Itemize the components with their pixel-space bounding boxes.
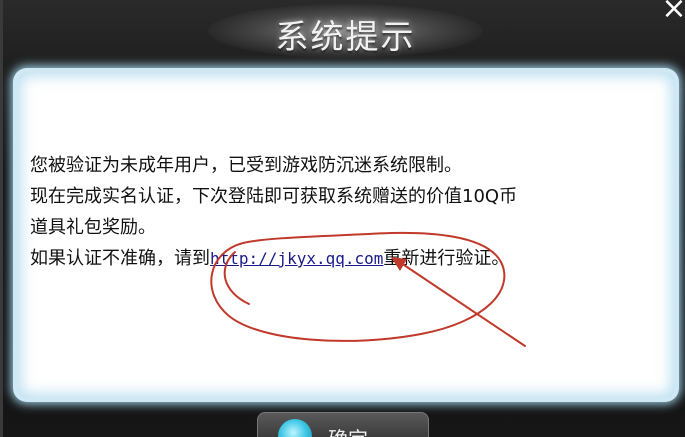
message-line-1: 您被验证为未成年用户，已受到游戏防沉迷系统限制。 xyxy=(30,155,462,176)
close-icon[interactable]: × xyxy=(659,0,685,24)
title-bar: 系统提示 × xyxy=(3,0,685,64)
circle-icon xyxy=(278,419,312,437)
message-text: 您被验证为未成年用户，已受到游戏防沉迷系统限制。 现在完成实名认证，下次登陆即可… xyxy=(30,150,670,274)
message-line-3: 道具礼包奖励。 xyxy=(30,217,156,238)
dialog-title: 系统提示 xyxy=(275,17,416,56)
message-line-2: 现在完成实名认证，下次登陆即可获取系统赠送的价值10Q币 xyxy=(30,186,518,207)
confirm-button[interactable]: 确定 xyxy=(257,412,429,437)
message-line-4-suffix: 重新进行验证。 xyxy=(383,248,510,269)
message-line-4: 如果认证不准确，请到http://jkyx.qq.com重新进行验证。 xyxy=(30,243,670,274)
confirm-button-label: 确定 xyxy=(328,423,368,437)
verification-link[interactable]: http://jkyx.qq.com xyxy=(210,249,383,268)
message-line-4-prefix: 如果认证不准确，请到 xyxy=(30,248,210,269)
system-dialog: 系统提示 × 您被验证为未成年用户，已受到游戏防沉迷系统限制。 现在完成实名认证… xyxy=(0,0,685,437)
